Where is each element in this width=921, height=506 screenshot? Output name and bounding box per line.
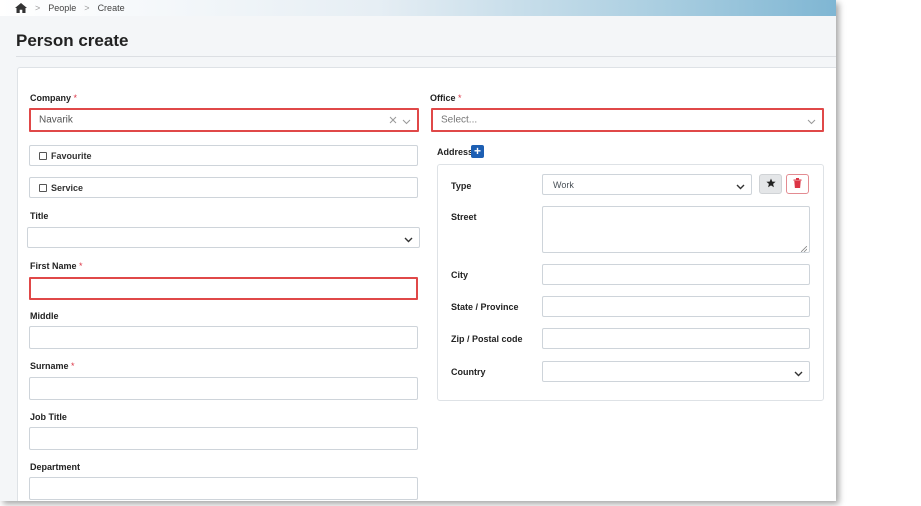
title-label: Title: [30, 211, 49, 221]
department-input[interactable]: [29, 477, 418, 500]
company-value: Navarik: [39, 114, 73, 126]
address-type-select[interactable]: Work: [542, 174, 752, 195]
country-label: Country: [451, 367, 486, 377]
chevron-down-icon[interactable]: [736, 182, 745, 189]
address-type-label: Type: [451, 181, 472, 191]
service-label: Service: [51, 182, 84, 193]
street-label: Street: [451, 212, 477, 222]
delete-address-button[interactable]: [786, 174, 809, 194]
state-input[interactable]: [542, 296, 810, 317]
breadcrumb-item-create: Create: [97, 3, 125, 13]
breadcrumb: > People > Create: [0, 0, 836, 16]
title-select[interactable]: [27, 227, 420, 248]
address-type-value: Work: [553, 179, 574, 190]
chevron-down-icon[interactable]: [404, 235, 413, 242]
job-title-label: Job Title: [30, 412, 67, 422]
city-label: City: [451, 270, 469, 280]
breadcrumb-separator: >: [35, 3, 41, 13]
middle-input[interactable]: [29, 326, 418, 349]
title-divider: [16, 56, 836, 57]
first-name-input[interactable]: [29, 277, 418, 300]
company-select[interactable]: Navarik: [29, 108, 419, 132]
clear-icon[interactable]: [389, 116, 397, 124]
plus-icon: +: [473, 144, 481, 158]
home-icon[interactable]: [15, 3, 27, 13]
office-select[interactable]: Select...: [431, 108, 824, 132]
first-name-label: First Name *: [30, 261, 83, 271]
chevron-down-icon[interactable]: [402, 117, 411, 125]
city-input[interactable]: [542, 264, 810, 285]
country-select[interactable]: [542, 361, 810, 382]
address-label: Address: [437, 147, 474, 157]
breadcrumb-separator: >: [84, 3, 90, 13]
middle-label: Middle: [30, 311, 59, 321]
office-placeholder: Select...: [441, 114, 478, 126]
service-checkbox-row[interactable]: Service: [29, 177, 418, 198]
primary-address-button[interactable]: [759, 174, 782, 194]
chevron-down-icon[interactable]: [807, 117, 816, 125]
resize-handle-icon[interactable]: [800, 244, 808, 253]
star-icon: [765, 175, 776, 193]
chevron-down-icon[interactable]: [794, 369, 803, 376]
page-title: Person create: [16, 31, 129, 50]
office-label: Office *: [430, 93, 462, 103]
zip-input[interactable]: [542, 328, 810, 349]
breadcrumb-item-people[interactable]: People: [48, 3, 76, 13]
app-window: > People > Create Person create Company …: [0, 0, 836, 501]
favourite-checkbox[interactable]: [39, 151, 47, 160]
favourite-label: Favourite: [51, 150, 92, 161]
state-label: State / Province: [451, 302, 519, 312]
address-panel: Type Work Street City State / Province Z…: [437, 164, 824, 401]
trash-icon: [793, 175, 802, 193]
surname-input[interactable]: [29, 377, 418, 400]
favourite-checkbox-row[interactable]: Favourite: [29, 145, 418, 166]
job-title-input[interactable]: [29, 427, 418, 450]
service-checkbox[interactable]: [39, 183, 47, 192]
zip-label: Zip / Postal code: [451, 334, 523, 344]
department-label: Department: [30, 462, 81, 472]
surname-label: Surname *: [30, 361, 75, 371]
company-label: Company *: [30, 93, 78, 103]
add-address-button[interactable]: +: [471, 145, 484, 158]
street-textarea[interactable]: [542, 206, 810, 253]
